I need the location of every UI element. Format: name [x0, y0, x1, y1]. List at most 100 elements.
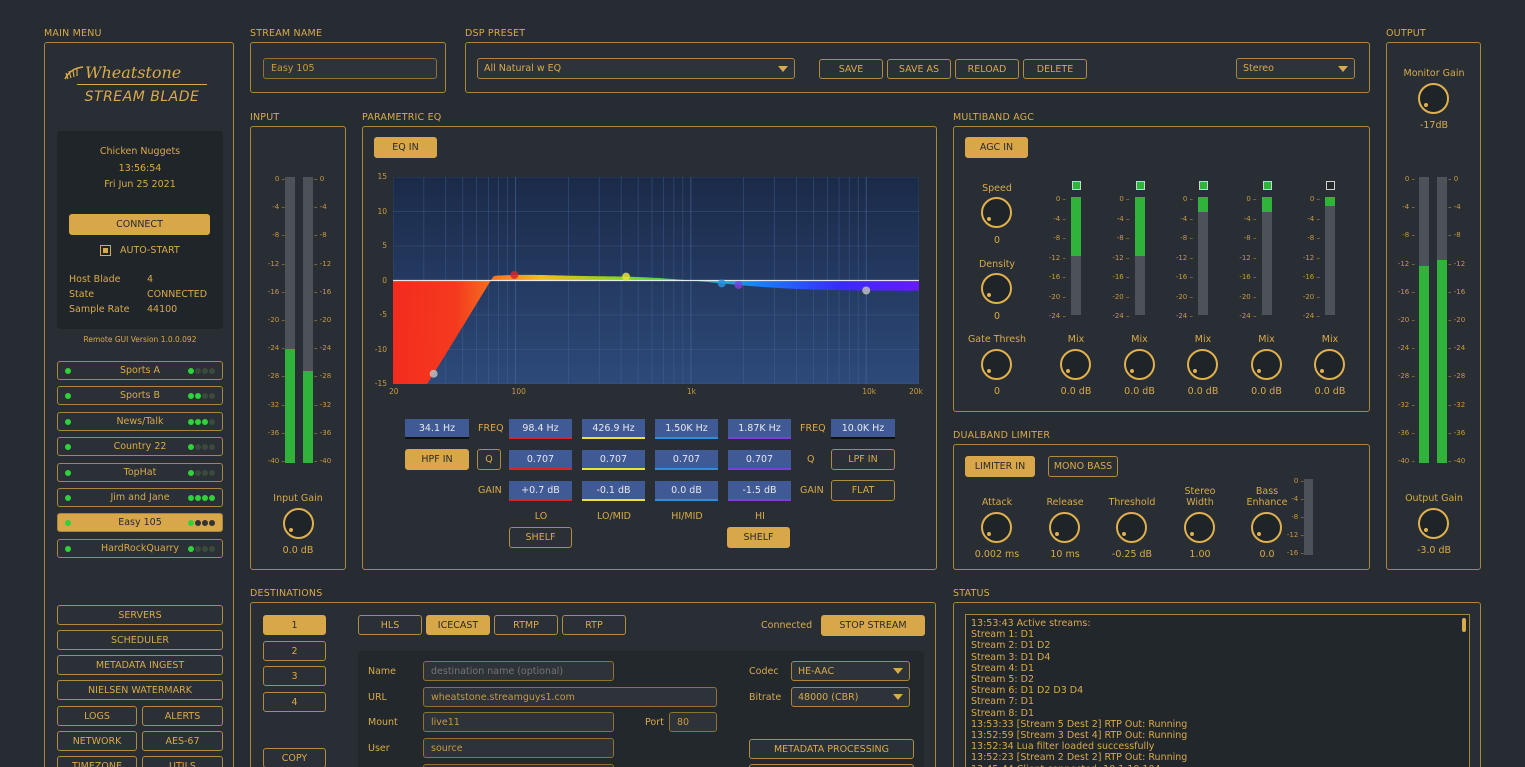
agc-band-enable-checkbox[interactable] [1262, 181, 1272, 190]
lpf-in-button[interactable]: LPF IN [831, 449, 895, 470]
stereo-width-knob[interactable] [1184, 512, 1215, 543]
hi-shelf-button[interactable]: SHELF [727, 527, 790, 548]
alerts-button[interactable]: ALERTS [142, 706, 223, 726]
agc-mix-knob[interactable] [1314, 349, 1345, 380]
status-scrollbar[interactable] [1462, 618, 1466, 632]
stop-stream-button[interactable]: STOP STREAM [821, 615, 925, 636]
aes67-button[interactable]: AES-67 [142, 731, 223, 751]
hi-frequency[interactable]: 1.87K Hz [728, 419, 791, 439]
agc-mix-knob[interactable] [1060, 349, 1091, 380]
stream-list-item[interactable]: TopHat [57, 462, 223, 482]
mount-input[interactable]: live11 [423, 712, 614, 732]
tab-rtmp[interactable]: RTMP [494, 615, 558, 635]
input-gain-knob[interactable] [283, 508, 314, 539]
status-log[interactable]: 13:53:43 Active streams: Stream 1: D1 Stre… [965, 614, 1470, 767]
url-input[interactable]: wheatstone.streamguys1.com [423, 687, 717, 707]
user-label: User [368, 743, 390, 754]
nielsen-watermark-button[interactable]: NIELSEN WATERMARK [57, 680, 223, 700]
user-input[interactable]: source [423, 738, 614, 758]
agc-in-button[interactable]: AGC IN [965, 137, 1028, 158]
reload-button[interactable]: RELOAD [955, 59, 1019, 79]
lo-mid-q-value[interactable]: 0.707 [582, 450, 645, 470]
tab-hls[interactable]: HLS [358, 615, 422, 635]
scheduler-button[interactable]: SCHEDULER [57, 630, 223, 650]
output-meter-left [1419, 177, 1429, 463]
logs-button[interactable]: LOGS [57, 706, 137, 726]
stream-list-item[interactable]: Jim and Jane [57, 488, 223, 507]
flat-button[interactable]: FLAT [831, 480, 895, 501]
tab-icecast[interactable]: ICECAST [426, 615, 490, 635]
agc-mix-knob[interactable] [1123, 349, 1155, 380]
agc-band-scale: 0 – -4 – -8 – -12 – -16 – -20 – -24 – [1044, 195, 1066, 321]
hi-mid-gain-value[interactable]: 0.0 dB [655, 481, 718, 501]
stream-list-item[interactable]: Easy 105 [57, 513, 223, 533]
stream-list-item[interactable]: Country 22 [57, 437, 223, 457]
hi-mid-frequency[interactable]: 1.50K Hz [655, 419, 718, 439]
destination-slot-4[interactable]: 4 [263, 692, 326, 712]
agc-band-enable-checkbox[interactable] [1199, 181, 1208, 190]
threshold-knob[interactable] [1116, 512, 1147, 543]
agc-scale-tick: 0 – [1055, 195, 1066, 203]
codec-select[interactable]: HE-AAC [791, 661, 910, 681]
autostart-checkbox[interactable] [100, 245, 111, 256]
eq-in-button[interactable]: EQ IN [374, 137, 437, 158]
save-button[interactable]: SAVE [819, 59, 883, 79]
destination-slot-2[interactable]: 2 [263, 641, 326, 661]
preset-select[interactable]: All Natural w EQ [477, 58, 795, 79]
bitrate-select[interactable]: 48000 (CBR) [791, 687, 910, 707]
agc-mix-knob[interactable] [1250, 349, 1282, 380]
destination-slot-3[interactable]: 3 [263, 666, 326, 686]
agc-band-enable-checkbox[interactable] [1135, 181, 1145, 190]
stream-list-item[interactable]: HardRockQuarry [57, 538, 223, 558]
tab-rtp[interactable]: RTP [562, 615, 626, 635]
mono-bass-button[interactable]: MONO BASS [1048, 456, 1118, 477]
copy-button[interactable]: COPY [263, 748, 326, 767]
lo-mid-gain-value[interactable]: -0.1 dB [582, 481, 645, 501]
save-as-button[interactable]: SAVE AS [887, 59, 951, 79]
bass-enhance-knob[interactable] [1251, 512, 1282, 543]
timezone-button[interactable]: TIMEZONE [57, 756, 137, 767]
lo-shelf-button[interactable]: SHELF [509, 527, 572, 548]
density-knob[interactable] [981, 273, 1012, 304]
hi-gain-value[interactable]: -1.5 dB [728, 481, 791, 501]
gate-thresh-knob[interactable] [981, 349, 1012, 380]
metadata-processing-button[interactable]: METADATA PROCESSING [749, 739, 914, 759]
eq-graph[interactable] [393, 177, 919, 384]
lpf-frequency[interactable]: 10.0K Hz [831, 419, 895, 439]
channel-mode-select[interactable]: Stereo [1236, 58, 1355, 79]
output-gain-knob[interactable] [1418, 508, 1449, 539]
monitor-gain-knob[interactable] [1418, 83, 1449, 114]
hpf-in-button[interactable]: HPF IN [405, 449, 469, 470]
stream-name-input[interactable]: Easy 105 [263, 58, 437, 79]
stream-list-item[interactable]: Sports B [57, 386, 223, 406]
destination-name-input[interactable] [423, 661, 614, 681]
hpf-frequency[interactable]: 34.1 Hz [405, 419, 469, 439]
stream-list-item[interactable]: News/Talk [57, 411, 223, 431]
lo-mid-frequency[interactable]: 426.9 Hz [582, 419, 645, 439]
destination-slot-1[interactable]: 1 [263, 615, 326, 635]
network-button[interactable]: NETWORK [57, 731, 137, 751]
stream-list-item[interactable]: Sports A [57, 361, 223, 380]
metadata-ingest-button[interactable]: METADATA INGEST [57, 655, 223, 675]
agc-band-meter [1134, 197, 1145, 315]
hi-q-value[interactable]: 0.707 [728, 450, 791, 470]
servers-button[interactable]: SERVERS [57, 605, 223, 625]
lo-q-value[interactable]: 0.707 [509, 450, 572, 470]
lo-gain-value[interactable]: +0.7 dB [509, 481, 572, 501]
utils-button[interactable]: UTILS [142, 756, 223, 767]
meter-scale-tick: – 0 [1448, 175, 1459, 183]
lo-frequency[interactable]: 98.4 Hz [509, 419, 572, 439]
agc-band-enable-checkbox[interactable] [1072, 181, 1081, 190]
port-input[interactable]: 80 [669, 712, 717, 732]
q-button[interactable]: Q [477, 449, 501, 470]
hi-mid-q-value[interactable]: 0.707 [655, 450, 718, 470]
connect-button[interactable]: CONNECT [69, 214, 210, 235]
limiter-in-button[interactable]: LIMITER IN [965, 456, 1035, 477]
input-panel: 0 – -4 – -8 – -12 – -16 – -20 – -24 – -28 – -32 … [250, 126, 346, 570]
agc-mix-knob[interactable] [1187, 349, 1218, 380]
speed-knob[interactable] [981, 197, 1012, 228]
delete-button[interactable]: DELETE [1023, 59, 1087, 79]
attack-knob[interactable] [981, 512, 1012, 543]
release-knob[interactable] [1049, 512, 1080, 543]
agc-band-enable-checkbox[interactable] [1326, 181, 1335, 190]
